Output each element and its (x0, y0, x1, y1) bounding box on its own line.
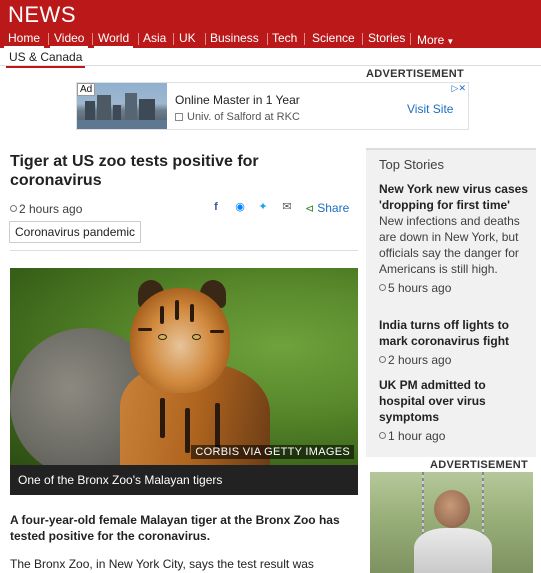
ad-subtitle: Univ. of Salford at RKC (175, 111, 300, 123)
image-caption: One of the Bronx Zoo's Malayan tigers (10, 465, 358, 495)
ad-subtitle-text: Univ. of Salford at RKC (187, 111, 300, 123)
nav-item-home[interactable]: Home (4, 30, 45, 48)
article-headline: Tiger at US zoo tests positive for coron… (10, 153, 259, 189)
top-story-title[interactable]: India turns off lights to mark coronavir… (379, 317, 531, 349)
advertisement-label: ADVERTISEMENT (366, 68, 465, 80)
facebook-icon[interactable]: f (209, 200, 223, 214)
nav-more-label: More (417, 33, 445, 47)
top-story-item[interactable]: India turns off lights to mark coronavir… (379, 317, 531, 367)
share-label: Share (317, 201, 350, 215)
clock-icon (379, 284, 386, 291)
news-logo[interactable]: NEWS (8, 2, 76, 28)
messenger-icon[interactable]: ◉ (233, 200, 247, 214)
advertisement-label: ADVERTISEMENT (430, 459, 529, 471)
adchoices-close-icon[interactable]: ▷✕ (452, 83, 466, 94)
nav-divider (173, 33, 174, 45)
top-story-time: 1 hour ago (379, 429, 531, 443)
article-time-text: 2 hours ago (19, 202, 83, 216)
banner-ad[interactable]: Ad Online Master in 1 Year Univ. of Salf… (76, 82, 469, 130)
nav-item-tech[interactable]: Tech (268, 30, 301, 48)
nav-divider (48, 33, 49, 45)
top-stories-panel: Top Stories New York new virus cases 'dr… (366, 148, 536, 457)
image-credit: CORBIS VIA GETTY IMAGES (191, 445, 354, 459)
top-story-summary: New infections and deaths are down in Ne… (379, 214, 520, 276)
nav-item-business[interactable]: Business (206, 30, 263, 48)
nav-item-world[interactable]: World (94, 30, 134, 48)
twitter-icon[interactable]: ✦ (256, 200, 270, 214)
clock-icon (10, 205, 17, 212)
share-icon: ⊲ (305, 203, 315, 215)
image-tiger-head (130, 288, 230, 393)
article-image: CORBIS VIA GETTY IMAGES (10, 268, 358, 465)
masthead: NEWS (0, 0, 541, 30)
nav-divider (92, 33, 93, 45)
article-timestamp: 2 hours ago (10, 202, 82, 216)
clock-icon (379, 432, 386, 439)
article-body-paragraph: The Bronx Zoo, in New York City, says th… (10, 557, 314, 571)
nav-item-stories[interactable]: Stories (364, 30, 409, 48)
top-story-item[interactable]: UK PM admitted to hospital over virus sy… (379, 377, 531, 443)
subnav-item-us-canada[interactable]: US & Canada (6, 49, 86, 68)
ad-visit-site-button[interactable]: Visit Site (407, 102, 453, 116)
top-story-time-text: 2 hours ago (388, 353, 452, 367)
share-button[interactable]: ⊲ Share (305, 201, 349, 215)
nav-item-asia[interactable]: Asia (139, 30, 170, 48)
article-lead: A four-year-old female Malayan tiger at … (10, 513, 340, 543)
divider (10, 250, 358, 251)
top-story-time-text: 1 hour ago (388, 429, 446, 443)
nav-item-uk[interactable]: UK (175, 30, 200, 48)
nav-item-science[interactable]: Science (308, 30, 359, 48)
clock-icon (379, 356, 386, 363)
ad-badge: Ad (77, 83, 96, 96)
top-story-time: 2 hours ago (379, 353, 531, 367)
nav-divider (304, 33, 305, 45)
top-stories-heading: Top Stories (379, 157, 445, 172)
top-story-time-text: 5 hours ago (388, 281, 452, 295)
ad-image: Ad (77, 83, 167, 129)
email-icon[interactable]: ✉ (280, 200, 294, 214)
top-story-time: 5 hours ago (379, 281, 531, 295)
primary-nav: Home Video World Asia UK Business Tech S… (0, 30, 541, 48)
side-ad-image[interactable] (370, 472, 533, 573)
top-story-title[interactable]: UK PM admitted to hospital over virus sy… (379, 377, 531, 425)
caret-down-icon: ▼ (446, 37, 455, 46)
document-icon (175, 113, 183, 121)
top-story-item[interactable]: New York new virus cases 'dropping for f… (379, 181, 531, 295)
nav-divider (362, 33, 363, 45)
ad-title[interactable]: Online Master in 1 Year (175, 93, 300, 107)
secondary-nav: US & Canada (0, 48, 541, 68)
nav-divider (410, 33, 411, 45)
nav-item-video[interactable]: Video (50, 30, 89, 48)
topic-tag-coronavirus[interactable]: Coronavirus pandemic (9, 221, 142, 243)
top-story-title[interactable]: New York new virus cases 'dropping for f… (379, 181, 531, 213)
